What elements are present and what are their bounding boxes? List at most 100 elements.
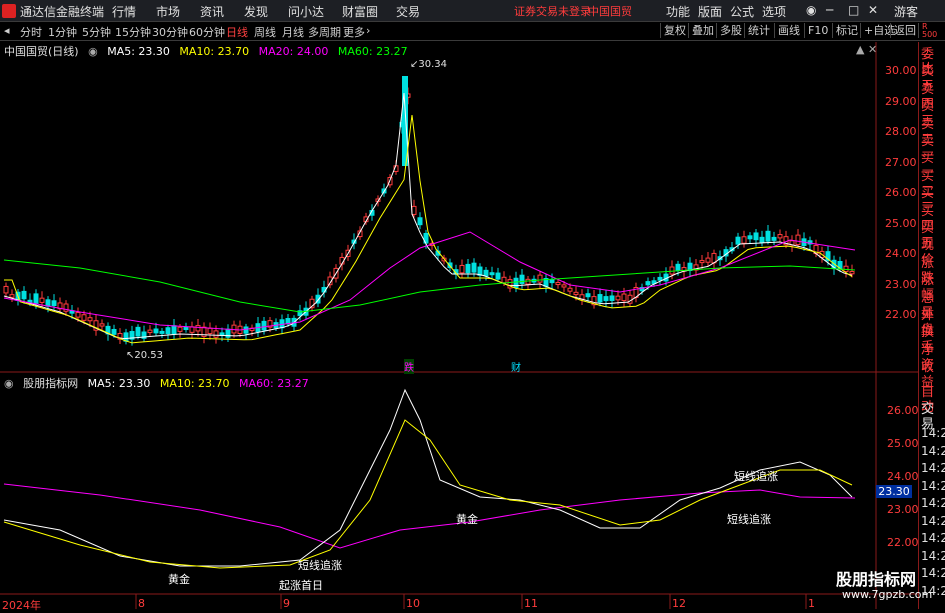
candle-body[interactable] — [741, 236, 747, 244]
high-price-label: ↙30.34 — [410, 59, 448, 70]
candle-body[interactable] — [411, 205, 417, 215]
candle-body[interactable] — [753, 232, 759, 241]
candle-body[interactable] — [615, 295, 621, 301]
candle-body[interactable] — [561, 284, 567, 288]
candle-body[interactable] — [747, 235, 753, 240]
candle-body[interactable] — [75, 312, 81, 318]
candle-body[interactable] — [159, 330, 165, 334]
signal-label: 黄金 — [456, 513, 478, 526]
signal-label: 短线追涨 — [298, 559, 342, 572]
candle-body[interactable] — [261, 320, 267, 331]
candle-body[interactable] — [171, 325, 177, 335]
x-tick: 12 — [672, 597, 686, 610]
candle-body[interactable] — [795, 234, 801, 246]
x-tick: 8 — [138, 597, 145, 610]
watermark-url: www.7gpzb.com — [842, 588, 933, 601]
candle-body[interactable] — [771, 236, 777, 241]
candle-body[interactable] — [501, 276, 507, 284]
candle-body[interactable] — [567, 287, 573, 292]
candle-body[interactable] — [597, 294, 603, 303]
candle-body[interactable] — [459, 264, 465, 274]
candle-body[interactable] — [417, 217, 423, 226]
candle-body[interactable] — [495, 272, 501, 280]
candle-body[interactable] — [465, 263, 471, 274]
side-time: 14:24 — [921, 531, 945, 545]
candle-body[interactable] — [21, 290, 27, 300]
price-tick: 28.00 — [885, 125, 917, 138]
price-tick: 29.00 — [885, 95, 917, 108]
candlesticks[interactable] — [3, 76, 855, 346]
candle-body[interactable] — [765, 230, 771, 242]
candle-body[interactable] — [123, 332, 129, 342]
candle-body[interactable] — [525, 278, 531, 285]
candle-body[interactable] — [81, 314, 87, 321]
watermark-title: 股朋指标网 — [836, 570, 917, 589]
candle-body[interactable] — [33, 293, 39, 305]
signal-label: 短线追涨 — [727, 513, 771, 526]
candle-body[interactable] — [165, 327, 171, 335]
candle-body[interactable] — [735, 236, 741, 245]
candle-body[interactable] — [489, 272, 495, 276]
signal-label: 短线追涨 — [734, 470, 778, 483]
candle-body[interactable] — [39, 297, 45, 303]
indicator-tick: 26.00 — [887, 404, 919, 417]
candle-body[interactable] — [147, 329, 153, 334]
candle-body[interactable] — [513, 277, 519, 289]
ind-ma10-line — [3, 419, 853, 569]
candle-body[interactable] — [243, 326, 249, 334]
candle-body[interactable] — [87, 317, 93, 322]
candle-body[interactable] — [849, 271, 855, 275]
side-time: 14:24 — [921, 548, 945, 563]
candle-body[interactable] — [153, 328, 159, 334]
side-time: 14:24 — [921, 443, 945, 458]
candle-body[interactable] — [645, 281, 651, 286]
candle-body[interactable] — [621, 293, 627, 302]
candle-body[interactable] — [195, 325, 201, 332]
cai-marker[interactable]: 财 — [511, 359, 521, 374]
candle-body[interactable] — [549, 279, 555, 284]
candle-body[interactable] — [111, 328, 117, 335]
candle-body[interactable] — [135, 326, 141, 337]
price-tick: 26.00 — [885, 186, 917, 199]
candle-body[interactable] — [609, 295, 615, 301]
candle-body[interactable] — [675, 263, 681, 271]
candle-body[interactable] — [45, 299, 51, 307]
candle-body[interactable] — [189, 326, 195, 333]
candle-body[interactable] — [573, 291, 579, 296]
price-tick: 24.00 — [885, 247, 917, 260]
candle-body[interactable] — [51, 300, 57, 307]
low-price-label: ↖20.53 — [126, 350, 164, 361]
ma5-line — [3, 92, 853, 340]
candle-body[interactable] — [9, 294, 15, 298]
candle-body[interactable] — [537, 274, 543, 283]
candle-body[interactable] — [657, 276, 663, 281]
candle-body[interactable] — [471, 262, 477, 273]
candle-body[interactable] — [603, 296, 609, 302]
indicator-lines — [3, 388, 856, 569]
ma10-line — [4, 114, 853, 344]
candle-body[interactable] — [585, 293, 591, 298]
x-tick: 9 — [283, 597, 290, 610]
current-indicator-value: 23.30 — [876, 485, 912, 498]
candle-body[interactable] — [519, 274, 525, 285]
candle-body[interactable] — [99, 323, 105, 327]
candle-body[interactable] — [759, 236, 765, 244]
candle-body[interactable] — [3, 285, 9, 294]
candle-body[interactable] — [177, 326, 183, 332]
candle-body[interactable] — [705, 257, 711, 263]
side-time: 14:24 — [921, 426, 945, 440]
candle-body[interactable] — [207, 327, 213, 335]
candle-body[interactable] — [555, 281, 561, 286]
candle-body[interactable] — [699, 260, 705, 264]
signal-label: 起涨首日 — [279, 579, 323, 592]
ma20-line — [3, 231, 856, 331]
candle-body[interactable] — [777, 234, 783, 239]
candle-body[interactable] — [669, 266, 675, 275]
candle-body[interactable] — [483, 269, 489, 277]
x-tick: 2024年 — [2, 599, 41, 612]
side-time: 14:24 — [921, 461, 945, 475]
candle-body[interactable] — [213, 330, 219, 338]
candle-body[interactable] — [183, 326, 189, 331]
die-marker[interactable]: 跌 — [404, 359, 414, 374]
side-time: 14:24 — [921, 566, 945, 580]
